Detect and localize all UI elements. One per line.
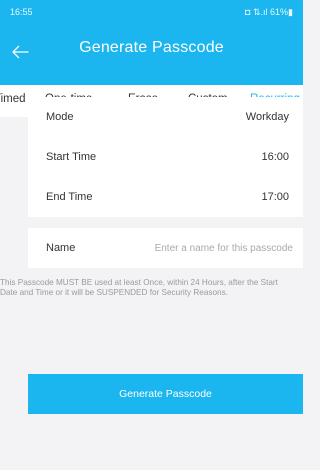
status-bar: 16:55 ◘ ⇅.ıl 61%▮: [0, 0, 303, 24]
end-time-label: End Time: [46, 191, 93, 203]
security-notice: This Passcode MUST BE used at least Once…: [0, 278, 278, 297]
name-row: Name: [28, 228, 303, 268]
mode-label: Mode: [46, 111, 74, 123]
mode-value: Workday: [245, 111, 289, 123]
back-button[interactable]: [8, 40, 32, 64]
app-bar: 16:55 ◘ ⇅.ıl 61%▮ Generate Passcode: [0, 0, 303, 85]
status-time: 16:55: [10, 7, 33, 17]
tab-timed[interactable]: Timed: [0, 85, 26, 117]
page-title: Generate Passcode: [79, 39, 224, 56]
arrow-left-icon: [12, 45, 29, 59]
status-icons: ◘ ⇅.ıl 61%▮: [245, 7, 293, 17]
start-time-value: 16:00: [261, 151, 289, 163]
passcode-name-input[interactable]: [132, 240, 293, 256]
name-label: Name: [46, 242, 76, 254]
end-time-row[interactable]: End Time 17:00: [28, 177, 303, 217]
start-time-row[interactable]: Start Time 16:00: [28, 137, 303, 177]
mode-row[interactable]: Mode Workday: [28, 97, 303, 137]
end-time-value: 17:00: [261, 191, 289, 203]
generate-passcode-button[interactable]: Generate Passcode: [28, 374, 303, 414]
start-time-label: Start Time: [46, 151, 97, 163]
